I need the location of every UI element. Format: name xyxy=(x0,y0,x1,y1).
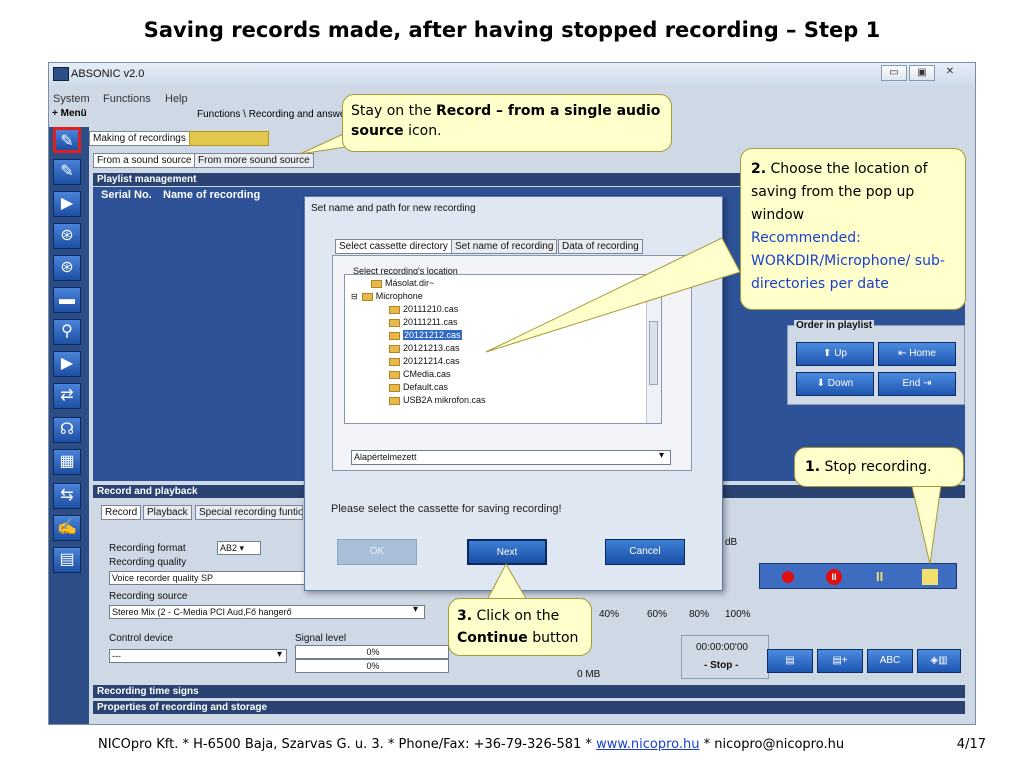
pointer-next xyxy=(485,562,529,603)
pointer-location xyxy=(485,237,741,353)
callout-continue: 3. Click on the Continue button xyxy=(448,598,592,656)
callout-number: 3. xyxy=(457,608,473,624)
callout-bold: Continue xyxy=(457,630,528,646)
callout-text: icon. xyxy=(403,123,442,139)
footer-text: NICOpro Kft. * H-6500 Baja, Szarvas G. u… xyxy=(98,737,844,752)
callout-text: Stop recording. xyxy=(820,459,932,475)
callout-stop-recording: 1. Stop recording. xyxy=(794,447,964,487)
callout-recommendation: Recommended: WORKDIR/Microphone/ sub-dir… xyxy=(751,230,945,292)
website-link[interactable]: www.nicopro.hu xyxy=(596,737,699,752)
callout-text: Click on the xyxy=(472,608,560,624)
callout-record-icon: Stay on the Record – from a single audio… xyxy=(342,94,672,152)
callout-text: Stay on the xyxy=(351,103,437,119)
pointer-stop xyxy=(909,477,943,565)
footer-contact: NICOpro Kft. * H-6500 Baja, Szarvas G. u… xyxy=(98,737,597,752)
footer-email: * nicopro@nicopro.hu xyxy=(699,737,845,752)
callout-number: 2. xyxy=(751,161,767,177)
callout-text: Choose the location of saving from the p… xyxy=(751,161,928,223)
page-number: 4/17 xyxy=(956,737,986,752)
callout-choose-location: 2. Choose the location of saving from th… xyxy=(740,148,966,310)
callout-text: button xyxy=(527,630,579,646)
callout-number: 1. xyxy=(805,459,821,475)
